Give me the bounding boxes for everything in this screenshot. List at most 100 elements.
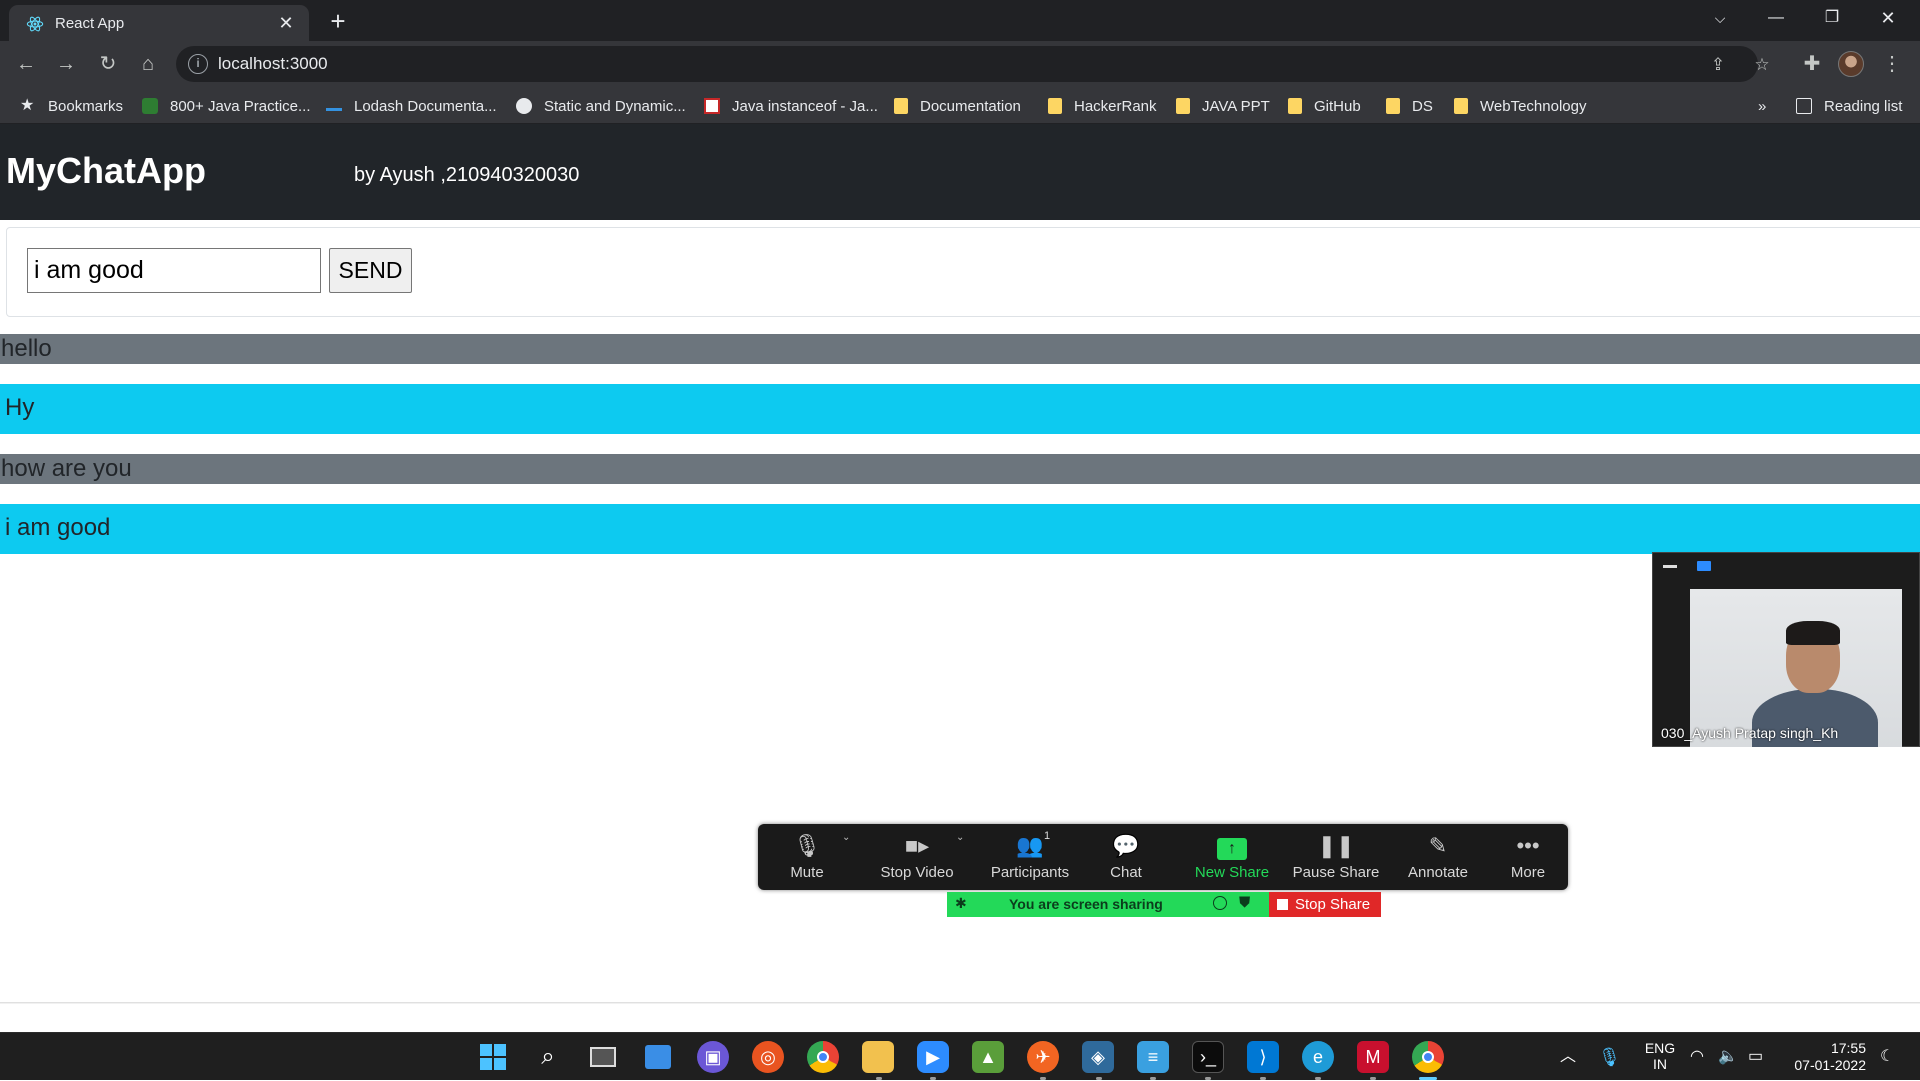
bookmark-folder[interactable]: DS bbox=[1386, 95, 1433, 117]
focus-moon-icon[interactable]: ☾ bbox=[1880, 1033, 1894, 1081]
zoom-share-toolbar: 🎙 Mute ⌄ ■▸ Stop Video ⌄ 👥 1 Participant… bbox=[758, 824, 1568, 890]
app-brand[interactable]: MyChatApp bbox=[6, 150, 206, 192]
security-shield-icon[interactable]: ⛊ bbox=[1239, 894, 1250, 911]
bookmark-folder[interactable]: HackerRank bbox=[1048, 95, 1157, 117]
new-tab-button[interactable]: + bbox=[324, 8, 352, 36]
postman-icon[interactable]: ✈ bbox=[1027, 1041, 1059, 1073]
participant-hair bbox=[1786, 621, 1840, 645]
bookmark-item[interactable]: Java instanceof - Ja... bbox=[704, 95, 878, 117]
widgets-icon[interactable] bbox=[642, 1041, 674, 1073]
annotate-button[interactable]: ✎ Annotate bbox=[1390, 830, 1486, 886]
home-icon[interactable]: ⌂ bbox=[134, 50, 162, 78]
sent-message: i am good bbox=[0, 504, 1920, 554]
extensions-puzzle-icon[interactable]: ✚ bbox=[1798, 50, 1826, 78]
reload-icon[interactable]: ↻ bbox=[94, 50, 122, 78]
zoom-video-thumbnail[interactable]: 030_Ayush Pratap singh_Kh bbox=[1652, 552, 1920, 747]
wifi-icon[interactable]: ◠ bbox=[1690, 1033, 1704, 1081]
share-upload-icon: ↑ bbox=[1184, 832, 1280, 860]
file-explorer-icon[interactable] bbox=[862, 1041, 894, 1073]
new-share-button[interactable]: ↑ New Share bbox=[1184, 830, 1280, 886]
close-window-icon[interactable]: ✕ bbox=[1860, 0, 1916, 36]
mute-button[interactable]: 🎙 Mute bbox=[759, 830, 855, 886]
audio-options-chevron-icon[interactable]: ⌄ bbox=[842, 832, 850, 843]
volume-icon[interactable]: 🔈 bbox=[1718, 1033, 1738, 1081]
stop-square-icon bbox=[1277, 899, 1288, 910]
chrome-icon[interactable] bbox=[807, 1041, 839, 1073]
edge-icon[interactable]: e bbox=[1302, 1041, 1334, 1073]
participants-button[interactable]: 👥 1 Participants bbox=[982, 830, 1078, 886]
search-icon[interactable]: ⌕ bbox=[532, 1041, 564, 1073]
site-info-icon[interactable]: i bbox=[188, 54, 208, 74]
send-button[interactable]: SEND bbox=[329, 248, 412, 293]
mcafee-icon[interactable]: M bbox=[1357, 1041, 1389, 1073]
folder-icon bbox=[1454, 98, 1468, 114]
horizontal-scrollbar[interactable]: ◀ ▶ bbox=[0, 1002, 1920, 1004]
screen-sharing-indicator: ✱ You are screen sharing ⛊ bbox=[947, 892, 1269, 917]
browser-tab[interactable]: React App ✕ bbox=[9, 5, 309, 41]
notepad-icon[interactable]: ≡ bbox=[1137, 1041, 1169, 1073]
tab-search-chevron-icon[interactable]: ⌵ bbox=[1692, 0, 1748, 36]
clock[interactable]: 17:55 07-01-2022 bbox=[1782, 1040, 1866, 1074]
video-camera-icon: ■▸ bbox=[904, 833, 930, 858]
message-input[interactable] bbox=[27, 248, 321, 293]
bookmark-item[interactable]: Static and Dynamic... bbox=[516, 95, 686, 117]
bookmark-item[interactable]: 800+ Java Practice... bbox=[142, 95, 311, 117]
bookmark-item[interactable]: Lodash Documenta... bbox=[326, 95, 497, 117]
participants-icon: 👥 bbox=[1016, 833, 1044, 858]
pause-share-button[interactable]: ❚❚ Pause Share bbox=[1288, 830, 1384, 886]
scroll-right-arrow-icon[interactable]: ▶ bbox=[1902, 1003, 1918, 1004]
address-bar[interactable]: i localhost:3000 ⇪ ☆ bbox=[176, 46, 1770, 82]
folder-icon bbox=[1048, 98, 1062, 114]
author-byline: by Ayush ,210940320030 bbox=[354, 164, 580, 186]
microphone-tray-icon[interactable]: 🎙 bbox=[1598, 1033, 1621, 1081]
more-button[interactable]: ••• More bbox=[1480, 830, 1576, 886]
folder-icon bbox=[1386, 98, 1400, 114]
stop-share-button[interactable]: Stop Share bbox=[1269, 892, 1381, 917]
battery-icon[interactable]: ▭ bbox=[1748, 1033, 1763, 1081]
sharing-status-icon[interactable] bbox=[1213, 896, 1227, 910]
tab-title: React App bbox=[55, 15, 125, 32]
bookmark-folder[interactable]: JAVA PPT bbox=[1176, 95, 1270, 117]
bookmarks-overflow-button[interactable]: » bbox=[1758, 95, 1766, 117]
language-indicator[interactable]: ENG IN bbox=[1640, 1040, 1680, 1074]
menu-kebab-icon[interactable]: ⋮ bbox=[1878, 50, 1906, 78]
message-form: SEND bbox=[6, 227, 1920, 317]
pause-icon: ❚❚ bbox=[1317, 833, 1355, 858]
scroll-left-arrow-icon[interactable]: ◀ bbox=[2, 1003, 18, 1004]
reading-list-button[interactable]: Reading list bbox=[1796, 95, 1902, 117]
tab-close-icon[interactable]: ✕ bbox=[275, 12, 297, 34]
video-options-chevron-icon[interactable]: ⌄ bbox=[956, 832, 964, 843]
mysql-workbench-icon[interactable]: ◈ bbox=[1082, 1041, 1114, 1073]
share-icon[interactable]: ⇪ bbox=[1706, 53, 1730, 77]
task-view-icon[interactable] bbox=[587, 1041, 619, 1073]
bookmark-folder[interactable]: GitHub bbox=[1288, 95, 1361, 117]
bookmark-star-icon[interactable]: ☆ bbox=[1750, 53, 1774, 77]
windows-start-icon[interactable] bbox=[477, 1041, 509, 1073]
pin-icon[interactable]: ✱ bbox=[955, 895, 967, 912]
ubuntu-icon[interactable]: ◎ bbox=[752, 1041, 784, 1073]
tray-overflow-chevron-icon[interactable]: ︿ bbox=[1560, 1033, 1576, 1081]
zoom-icon[interactable]: ▶ bbox=[917, 1041, 949, 1073]
minimize-video-icon[interactable] bbox=[1663, 565, 1677, 568]
url-text[interactable]: localhost:3000 bbox=[218, 54, 328, 74]
terminal-icon[interactable]: ›_ bbox=[1192, 1041, 1224, 1073]
vscode-icon[interactable]: ⟩ bbox=[1247, 1041, 1279, 1073]
teams-chat-icon[interactable]: ▣ bbox=[697, 1041, 729, 1073]
bookmark-folder[interactable]: WebTechnology bbox=[1454, 95, 1586, 117]
bookmark-folder[interactable]: Documentation bbox=[894, 95, 1021, 117]
windows-taskbar: ⌕ ▣ ◎ ▶ ▲ ✈ ◈ ≡ ›_ ⟩ e M ︿ 🎙 ENG IN ◠ 🔈 … bbox=[0, 1032, 1920, 1080]
back-arrow-icon[interactable]: ← bbox=[12, 50, 40, 78]
stop-video-button[interactable]: ■▸ Stop Video bbox=[869, 830, 965, 886]
minimize-window-icon[interactable]: — bbox=[1748, 0, 1804, 36]
bookmark-item[interactable]: ★ Bookmarks bbox=[20, 95, 123, 117]
forward-arrow-icon[interactable]: → bbox=[52, 50, 80, 78]
chrome-profile-icon[interactable] bbox=[1412, 1041, 1444, 1073]
sent-message: Hy bbox=[0, 384, 1920, 434]
photos-icon[interactable]: ▲ bbox=[972, 1041, 1004, 1073]
chat-button[interactable]: 💬 Chat bbox=[1078, 830, 1174, 886]
profile-avatar[interactable] bbox=[1838, 51, 1864, 77]
bookmarks-bar: ★ Bookmarks 800+ Java Practice... Lodash… bbox=[0, 87, 1920, 124]
restore-window-icon[interactable]: ❐ bbox=[1804, 0, 1860, 36]
received-message: how are you bbox=[0, 454, 1920, 484]
video-layout-icon[interactable] bbox=[1697, 561, 1711, 571]
